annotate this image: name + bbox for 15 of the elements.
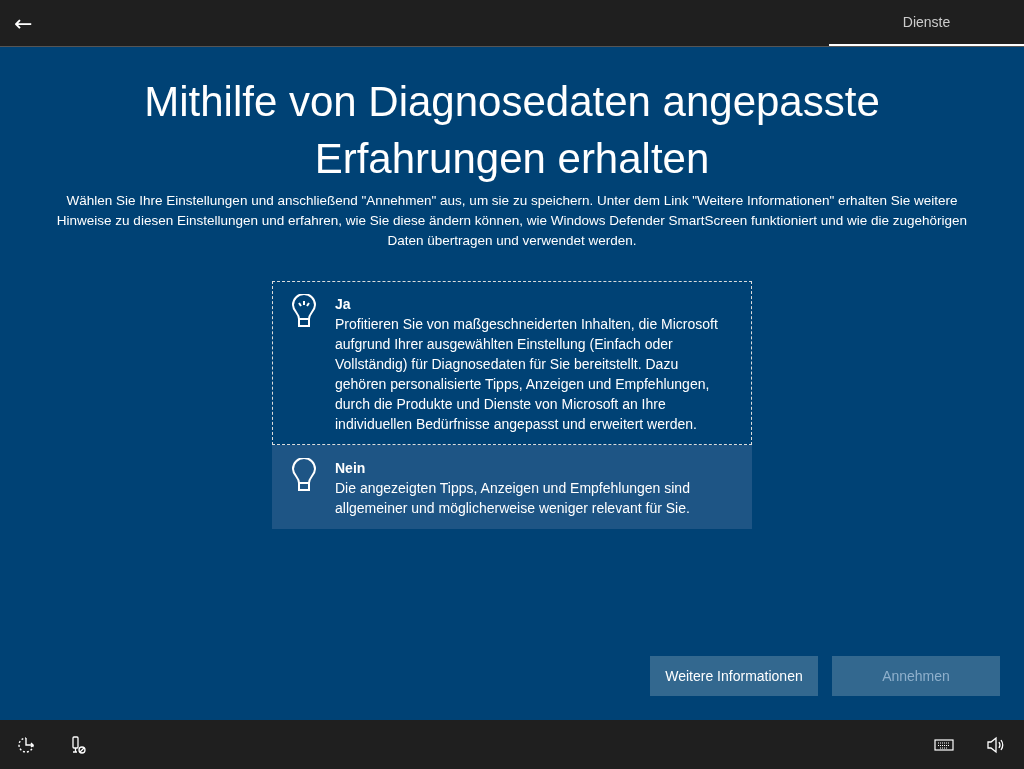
- speaker-icon[interactable]: [986, 735, 1006, 754]
- action-button[interactable]: Weitere Informationen: [650, 656, 818, 696]
- lit-lightbulb-icon: [291, 294, 317, 328]
- option-title: Ja: [335, 295, 352, 314]
- keyboard-icon[interactable]: [934, 737, 954, 752]
- option-description: Die angezeigten Tipps, Anzeigen und Empfehlungen sind allgemeiner und möglicherweise weniger relevant für Sie.: [335, 479, 691, 518]
- ease-of-access-icon[interactable]: [16, 734, 36, 755]
- back-button[interactable]: ←: [0, 0, 47, 46]
- option-item[interactable]: Nein Die angezeigten Tipps, Anzeigen und Empfehlungen sind allgemeiner und möglicherweise weniger relevant für Sie.: [272, 445, 752, 529]
- page-title: Mithilfe von Diagnosedaten angepasste Erfahrungen erhalten: [143, 77, 881, 184]
- lightbulb-icon: [291, 458, 317, 492]
- option-description: Profitieren Sie von maßgeschneiderten Inhalten, die Microsoft aufgrund Ihrer ausgewählten Einstellung (Einfach oder Vollständig) für Diagnosedaten für Sie bereitstellt. Dazu gehören personalisierte Tipps, Anzeigen und Empfehlungen, durch die Produkte und Dienste von Microsoft an Ihre individuellen Bedürfnisse angepasst und erweitert werden.: [335, 315, 719, 434]
- tab[interactable]: Dienste: [829, 0, 1024, 46]
- option-title: Nein: [335, 459, 367, 478]
- description-text: Wählen Sie Ihre Einstellungen und anschließend "Annehmen" aus, um sie zu speichern. Unter dem Link "Weitere Informationen" erhalten Sie weitere Hinweise zu diesen Einstellungen und erfahren, wie Sie diese ändern können, wie Windows Defender SmartScreen funktioniert und wie die zugehörigen Daten übertragen und verwendet werden.: [55, 192, 969, 250]
